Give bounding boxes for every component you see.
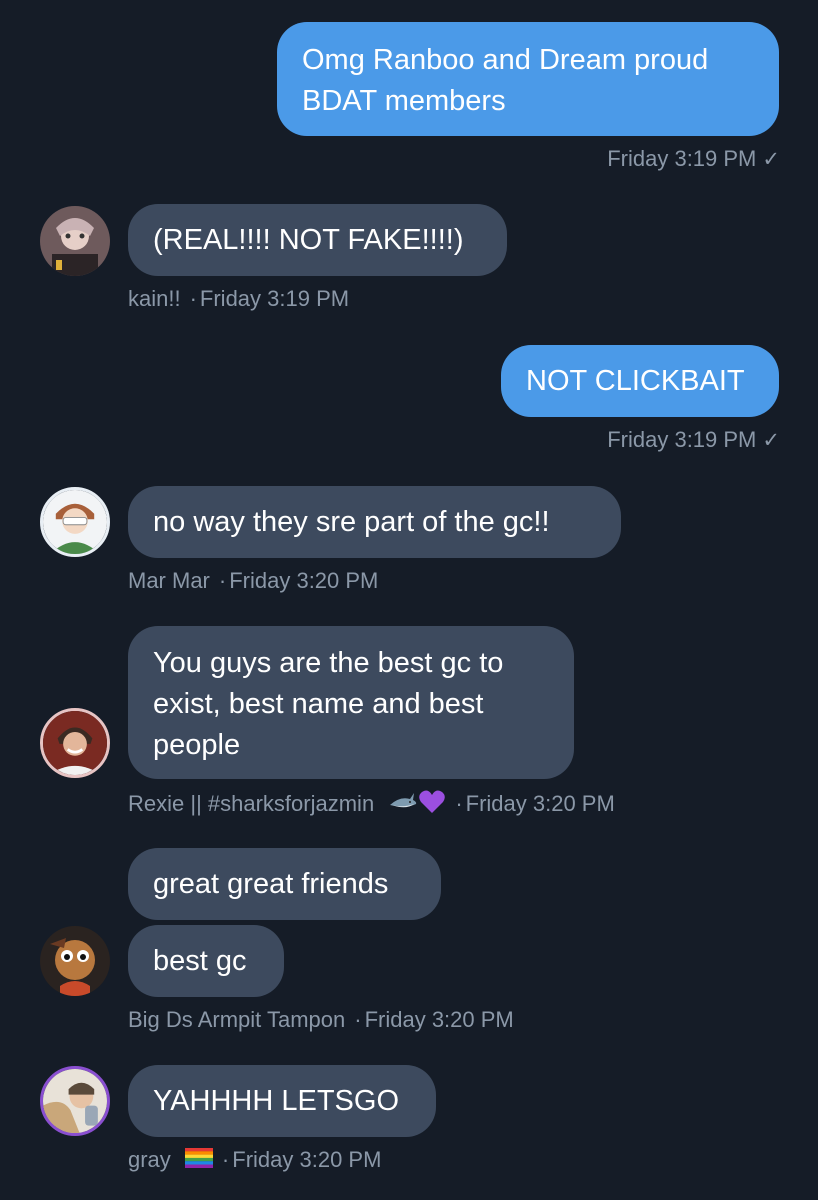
message-meta: gray · Friday 3:20 PM xyxy=(128,1147,381,1174)
message-text-line: exist, best name and best xyxy=(153,688,484,720)
message-time: Friday 3:19 PM xyxy=(199,286,350,311)
avatar-image xyxy=(43,1069,107,1133)
separator-dot: · xyxy=(221,1147,230,1172)
message-text-line: BDAT members xyxy=(302,85,506,117)
message-time: Friday 3:20 PM xyxy=(364,1007,514,1032)
avatar[interactable] xyxy=(40,487,110,557)
message-time: Friday 3:20 PM xyxy=(229,568,379,593)
message-meta: Mar Mar · Friday 3:20 PM xyxy=(128,568,378,594)
check-icon: ✓ xyxy=(762,429,780,452)
avatar-image xyxy=(43,711,107,775)
separator-dot: · xyxy=(455,790,463,816)
message-meta: kain!! · Friday 3:19 PM xyxy=(128,286,349,312)
message-meta: Big Ds Armpit Tampon · Friday 3:20 PM xyxy=(128,1007,514,1033)
incoming-message-bubble[interactable]: (REAL!!!! NOT FAKE!!!!) xyxy=(128,204,507,276)
message-text: great great friends xyxy=(153,868,389,900)
separator-dot: · xyxy=(218,568,227,593)
sender-name[interactable]: Mar Mar xyxy=(128,568,210,593)
rainbow-flag-emoji-icon xyxy=(184,1148,213,1174)
shark-emoji-icon xyxy=(388,790,418,820)
outgoing-message-bubble[interactable]: NOT CLICKBAIT xyxy=(501,345,779,417)
separator-dot: · xyxy=(189,286,197,311)
incoming-message-bubble[interactable]: no way they sre part of the gc!! xyxy=(128,486,621,558)
message-text: no way they sre part of the gc!! xyxy=(153,506,550,538)
sender-name[interactable]: Big Ds Armpit Tampon xyxy=(128,1007,345,1032)
message-text-line: Omg Ranboo and Dream proud xyxy=(302,44,709,76)
avatar-image xyxy=(43,490,107,554)
message-text: best gc xyxy=(153,945,247,977)
sender-name[interactable]: gray xyxy=(128,1147,171,1172)
incoming-message-bubble[interactable]: best gc xyxy=(128,925,284,997)
outgoing-message-bubble[interactable]: Omg Ranboo and Dream proud BDAT members xyxy=(277,22,779,136)
message-time: Friday 3:20 PM xyxy=(232,1147,382,1172)
avatar-image xyxy=(40,206,110,276)
message-text: YAHHHH LETSGO xyxy=(153,1085,400,1117)
avatar[interactable] xyxy=(40,708,110,778)
avatar-image xyxy=(40,926,110,996)
sender-name[interactable]: kain!! xyxy=(128,286,181,311)
message-meta: Friday 3:19 PM ✓ xyxy=(607,427,780,454)
message-text: (REAL!!!! NOT FAKE!!!!) xyxy=(153,224,464,256)
purple-heart-emoji-icon xyxy=(418,789,446,821)
message-text: NOT CLICKBAIT xyxy=(526,365,745,397)
avatar[interactable] xyxy=(40,206,110,276)
incoming-message-bubble[interactable]: great great friends xyxy=(128,848,441,920)
avatar[interactable] xyxy=(40,1066,110,1136)
sender-name[interactable]: Rexie || #sharksforjazmin xyxy=(128,791,374,816)
message-time: Friday 3:19 PM xyxy=(607,427,757,452)
message-text-line: You guys are the best gc to xyxy=(153,647,504,679)
incoming-message-bubble[interactable]: YAHHHH LETSGO xyxy=(128,1065,436,1137)
message-time: Friday 3:19 PM xyxy=(607,146,757,171)
message-text-line: people xyxy=(153,729,241,761)
separator-dot: · xyxy=(354,1007,362,1032)
avatar[interactable] xyxy=(40,926,110,996)
incoming-message-bubble[interactable]: You guys are the best gc to exist, best … xyxy=(128,626,574,779)
check-icon: ✓ xyxy=(762,148,780,171)
message-meta: Rexie || #sharksforjazmin · Friday 3:20 P… xyxy=(128,789,615,821)
message-meta: Friday 3:19 PM ✓ xyxy=(607,146,780,173)
message-time: Friday 3:20 PM xyxy=(465,790,615,816)
